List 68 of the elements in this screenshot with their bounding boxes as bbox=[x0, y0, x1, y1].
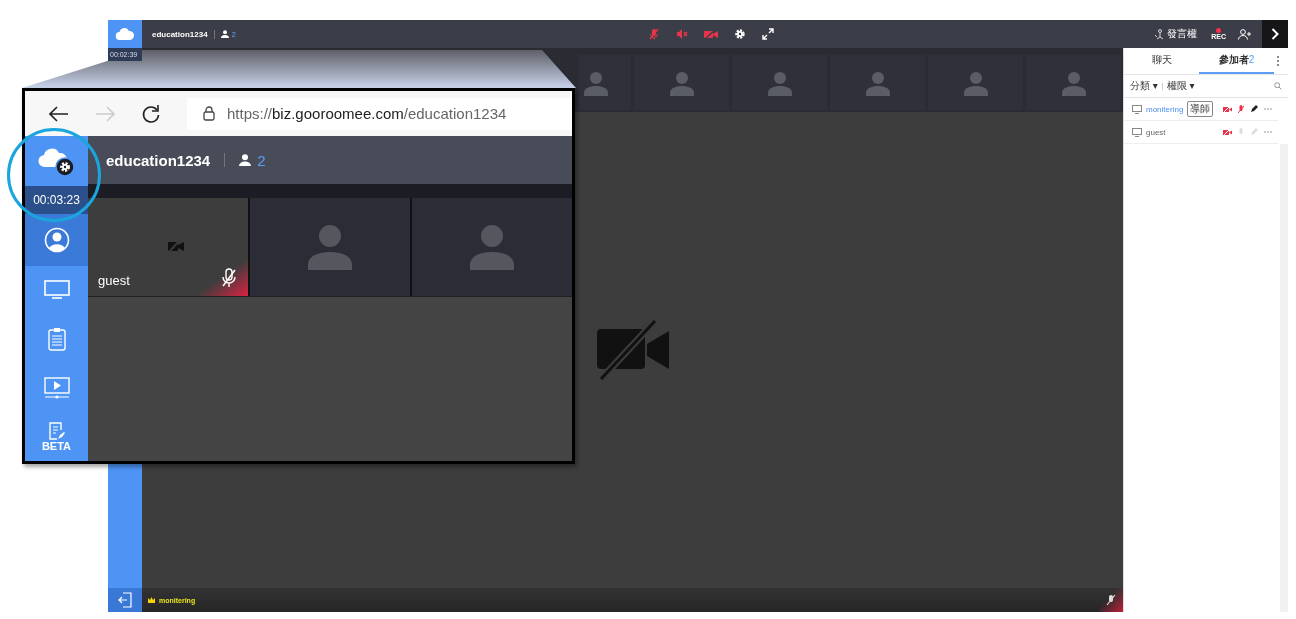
user-icon bbox=[43, 226, 70, 253]
video-tile[interactable] bbox=[732, 55, 827, 110]
role-badge: 導師 bbox=[1187, 101, 1214, 117]
fullscreen-icon[interactable] bbox=[762, 28, 774, 40]
chevron-icon bbox=[1271, 28, 1279, 40]
participant-name: monitering bbox=[1146, 104, 1184, 114]
monitor-icon bbox=[1132, 127, 1142, 137]
sidebar-button[interactable] bbox=[25, 213, 88, 266]
participant-name: guest bbox=[98, 273, 130, 288]
camera-off-icon[interactable] bbox=[704, 28, 718, 40]
address-bar[interactable]: https://biz.gooroomee.com/education1234 bbox=[187, 97, 572, 130]
lock-icon bbox=[203, 106, 215, 121]
avatar-icon bbox=[468, 224, 516, 270]
floor-button[interactable]: 發言權 bbox=[1154, 27, 1198, 41]
call-timer: 00:03:23 bbox=[25, 185, 88, 214]
hand-icon bbox=[1154, 28, 1165, 40]
avatar-icon bbox=[962, 69, 989, 96]
crown-icon bbox=[148, 597, 155, 603]
room-name: education1234 bbox=[106, 151, 211, 169]
room-name: education1234 bbox=[152, 29, 208, 39]
video-tile[interactable] bbox=[1026, 55, 1121, 110]
video-tile[interactable] bbox=[412, 198, 572, 296]
speaker-mute-icon[interactable] bbox=[676, 28, 688, 40]
video-tile[interactable] bbox=[830, 55, 925, 110]
mic-off-icon bbox=[221, 268, 237, 288]
filter-dropdown[interactable]: 分類 ▾ bbox=[1130, 79, 1158, 93]
avatar-icon bbox=[864, 69, 891, 96]
mic-off-icon[interactable] bbox=[1238, 104, 1244, 114]
video-tile[interactable] bbox=[579, 55, 631, 110]
participant-count: 2 bbox=[231, 29, 237, 39]
participant-count: 2 bbox=[257, 151, 266, 169]
video-tile[interactable]: guest bbox=[88, 198, 248, 296]
participant-row[interactable]: monitering 導師 bbox=[1124, 98, 1278, 121]
person-icon bbox=[239, 154, 252, 166]
avatar-icon bbox=[668, 69, 695, 96]
video-player-icon bbox=[43, 376, 70, 399]
person-icon bbox=[220, 30, 229, 38]
monitor-icon bbox=[43, 280, 70, 301]
settings-icon[interactable] bbox=[734, 28, 746, 40]
video-tile[interactable] bbox=[928, 55, 1023, 110]
panel-tab[interactable]: 聊天 bbox=[1124, 48, 1199, 74]
panel-tab[interactable]: 參加者2 bbox=[1199, 48, 1274, 74]
pen-icon[interactable] bbox=[1250, 105, 1258, 113]
clipboard-icon bbox=[47, 326, 66, 351]
exit-icon bbox=[118, 592, 132, 608]
back-icon[interactable] bbox=[49, 105, 69, 122]
url-text: https://biz.gooroomee.com/education1234 bbox=[227, 105, 507, 122]
more-icon[interactable] bbox=[1276, 55, 1280, 67]
search-icon[interactable] bbox=[1274, 82, 1282, 90]
avatar-icon bbox=[766, 69, 793, 96]
forward-icon[interactable] bbox=[95, 105, 115, 122]
note-icon bbox=[47, 421, 66, 440]
exit-button[interactable] bbox=[108, 588, 142, 612]
filter-dropdown[interactable]: 權限 ▾ bbox=[1166, 79, 1195, 93]
collapse-button[interactable] bbox=[1262, 20, 1288, 48]
participant-name: guest bbox=[1146, 127, 1166, 137]
mic-off-icon bbox=[1106, 594, 1116, 606]
avatar-icon bbox=[583, 69, 609, 96]
refresh-icon[interactable] bbox=[141, 103, 161, 124]
avatar-icon bbox=[306, 224, 354, 270]
add-person-icon[interactable] bbox=[1238, 28, 1252, 40]
monitor-icon bbox=[1132, 104, 1142, 114]
video-tile[interactable] bbox=[634, 55, 729, 110]
avatar-icon bbox=[1060, 69, 1087, 96]
participant-row[interactable]: guest bbox=[1124, 121, 1278, 144]
video-tile[interactable] bbox=[250, 198, 410, 296]
mic-icon[interactable] bbox=[1238, 127, 1244, 137]
mic-off-icon[interactable] bbox=[648, 28, 660, 40]
